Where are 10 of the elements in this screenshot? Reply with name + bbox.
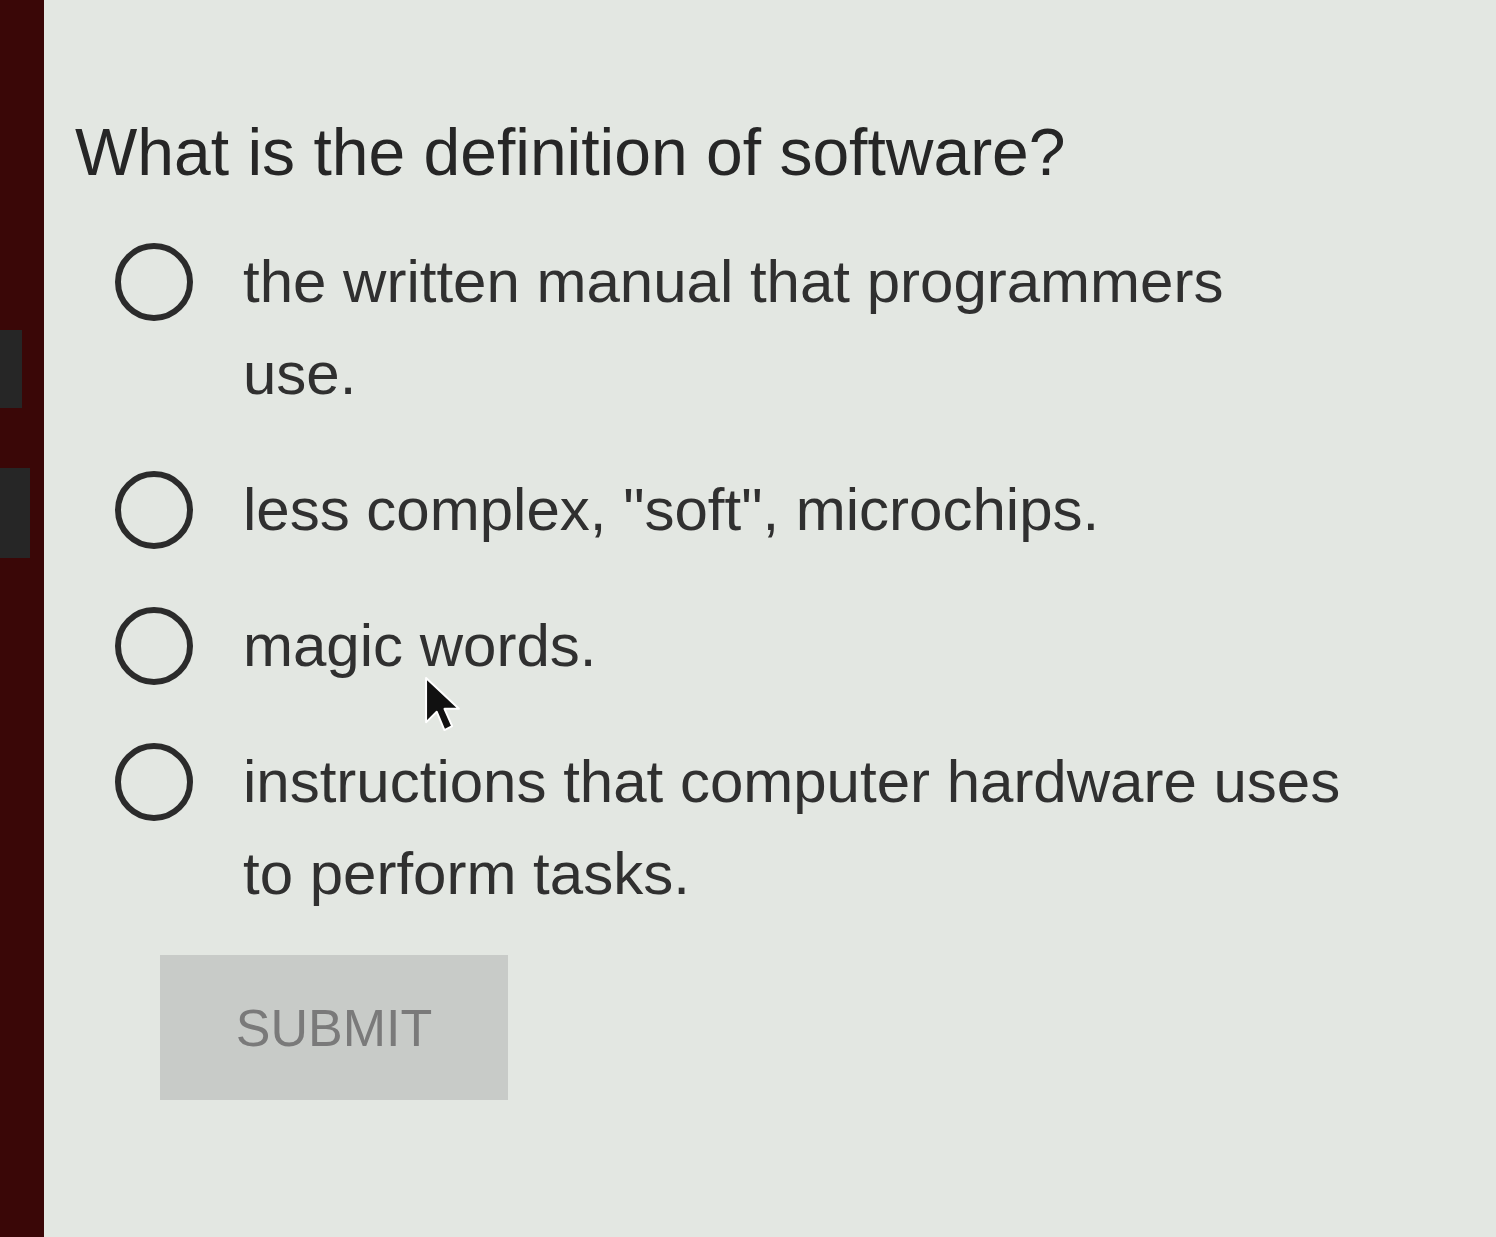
mouse-pointer-icon: [424, 676, 461, 732]
radio-button[interactable]: [115, 607, 193, 685]
radio-button[interactable]: [115, 243, 193, 321]
question-text: What is the definition of software?: [75, 114, 1067, 191]
option-label[interactable]: the written manual that programmers use.: [243, 236, 1347, 420]
option-label[interactable]: magic words.: [243, 600, 1347, 692]
option-label[interactable]: less complex, "soft", microchips.: [243, 464, 1347, 556]
option-label[interactable]: instructions that computer hardware uses to perform tasks.: [243, 736, 1347, 920]
radio-button[interactable]: [115, 471, 193, 549]
radio-button[interactable]: [115, 743, 193, 821]
